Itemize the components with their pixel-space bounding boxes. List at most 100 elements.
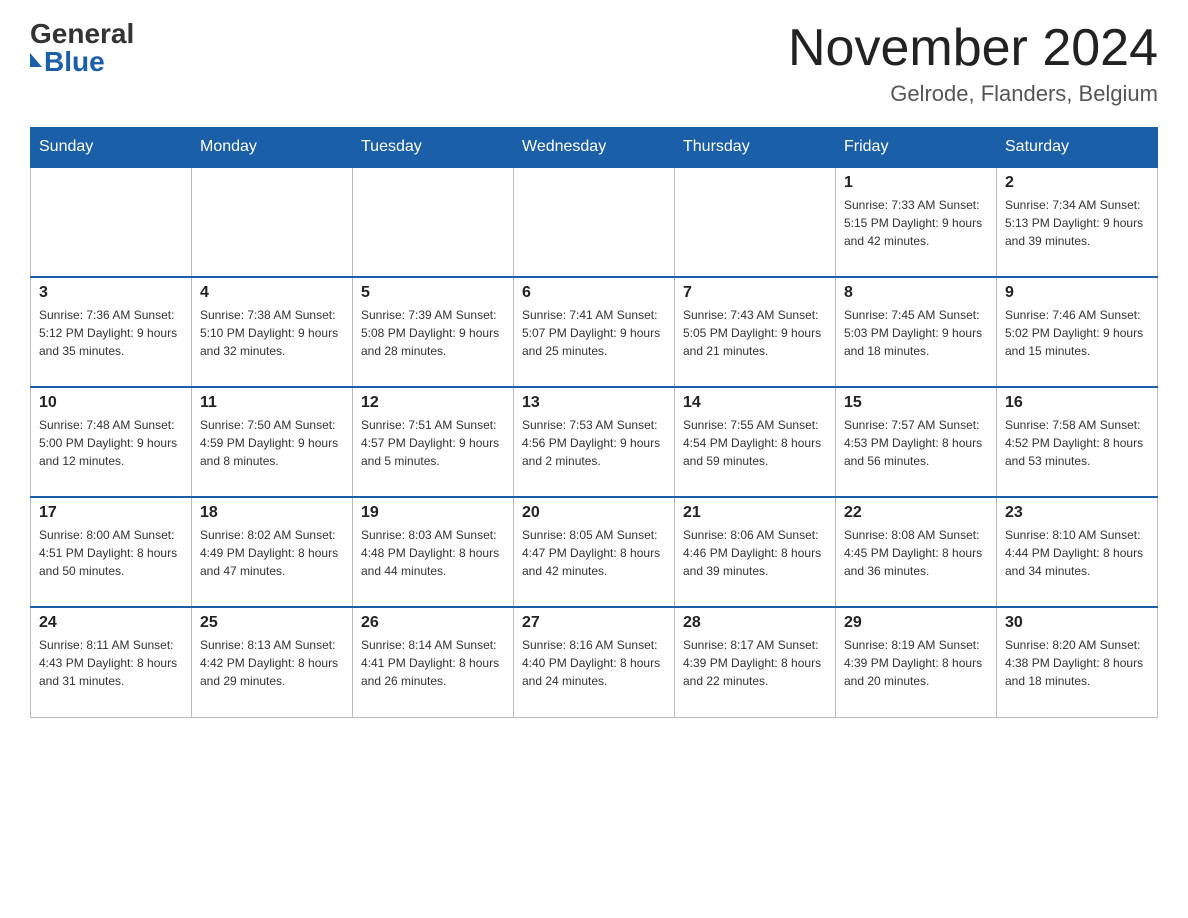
day-info: Sunrise: 7:50 AM Sunset: 4:59 PM Dayligh…	[200, 416, 344, 470]
calendar-week-row: 10 Sunrise: 7:48 AM Sunset: 5:00 PM Dayli…	[31, 387, 1158, 497]
calendar-cell: 17 Sunrise: 8:00 AM Sunset: 4:51 PM Dayli…	[31, 497, 192, 607]
day-info: Sunrise: 8:05 AM Sunset: 4:47 PM Dayligh…	[522, 526, 666, 580]
calendar-cell: 20 Sunrise: 8:05 AM Sunset: 4:47 PM Dayli…	[514, 497, 675, 607]
calendar-cell: 25 Sunrise: 8:13 AM Sunset: 4:42 PM Dayli…	[192, 607, 353, 717]
day-info: Sunrise: 8:16 AM Sunset: 4:40 PM Dayligh…	[522, 636, 666, 690]
calendar-week-row: 3Sunrise: 7:36 AM Sunset: 5:12 PM Daylig…	[31, 277, 1158, 387]
day-info: Sunrise: 7:45 AM Sunset: 5:03 PM Dayligh…	[844, 306, 988, 360]
day-of-week-header: Tuesday	[353, 128, 514, 168]
day-info: Sunrise: 7:39 AM Sunset: 5:08 PM Dayligh…	[361, 306, 505, 360]
logo-triangle-icon	[30, 53, 42, 67]
calendar-cell: 2 Sunrise: 7:34 AM Sunset: 5:13 PM Daylig…	[997, 167, 1158, 277]
day-number: 24	[39, 614, 183, 632]
calendar-cell: 12 Sunrise: 7:51 AM Sunset: 4:57 PM Dayli…	[353, 387, 514, 497]
calendar-cell: 15Sunrise: 7:57 AM Sunset: 4:53 PM Dayli…	[836, 387, 997, 497]
calendar-cell: 8 Sunrise: 7:45 AM Sunset: 5:03 PM Daylig…	[836, 277, 997, 387]
day-number: 9	[1005, 284, 1149, 302]
day-number: 16	[1005, 394, 1149, 412]
day-info: Sunrise: 7:55 AM Sunset: 4:54 PM Dayligh…	[683, 416, 827, 470]
calendar-cell: 4 Sunrise: 7:38 AM Sunset: 5:10 PM Daylig…	[192, 277, 353, 387]
calendar-cell: 28 Sunrise: 8:17 AM Sunset: 4:39 PM Dayli…	[675, 607, 836, 717]
day-of-week-header: Monday	[192, 128, 353, 168]
calendar-week-row: 1Sunrise: 7:33 AM Sunset: 5:15 PM Daylig…	[31, 167, 1158, 277]
day-number: 25	[200, 614, 344, 632]
day-number: 20	[522, 504, 666, 522]
calendar-cell	[353, 167, 514, 277]
calendar-cell: 29 Sunrise: 8:19 AM Sunset: 4:39 PM Dayli…	[836, 607, 997, 717]
calendar-week-row: 24Sunrise: 8:11 AM Sunset: 4:43 PM Dayli…	[31, 607, 1158, 717]
day-of-week-header: Wednesday	[514, 128, 675, 168]
calendar-week-row: 17 Sunrise: 8:00 AM Sunset: 4:51 PM Dayli…	[31, 497, 1158, 607]
calendar-cell	[31, 167, 192, 277]
day-number: 7	[683, 284, 827, 302]
day-number: 14	[683, 394, 827, 412]
day-number: 28	[683, 614, 827, 632]
calendar-cell: 19 Sunrise: 8:03 AM Sunset: 4:48 PM Dayli…	[353, 497, 514, 607]
day-info: Sunrise: 7:41 AM Sunset: 5:07 PM Dayligh…	[522, 306, 666, 360]
day-info: Sunrise: 7:51 AM Sunset: 4:57 PM Dayligh…	[361, 416, 505, 470]
calendar-cell: 3Sunrise: 7:36 AM Sunset: 5:12 PM Daylig…	[31, 277, 192, 387]
day-number: 19	[361, 504, 505, 522]
month-title: November 2024	[788, 20, 1158, 77]
day-info: Sunrise: 7:38 AM Sunset: 5:10 PM Dayligh…	[200, 306, 344, 360]
day-number: 6	[522, 284, 666, 302]
day-info: Sunrise: 8:17 AM Sunset: 4:39 PM Dayligh…	[683, 636, 827, 690]
day-info: Sunrise: 7:46 AM Sunset: 5:02 PM Dayligh…	[1005, 306, 1149, 360]
day-info: Sunrise: 8:06 AM Sunset: 4:46 PM Dayligh…	[683, 526, 827, 580]
day-info: Sunrise: 7:34 AM Sunset: 5:13 PM Dayligh…	[1005, 196, 1149, 250]
day-number: 4	[200, 284, 344, 302]
calendar-cell: 11Sunrise: 7:50 AM Sunset: 4:59 PM Dayli…	[192, 387, 353, 497]
day-number: 22	[844, 504, 988, 522]
day-header-row: SundayMondayTuesdayWednesdayThursdayFrid…	[31, 128, 1158, 168]
day-info: Sunrise: 7:53 AM Sunset: 4:56 PM Dayligh…	[522, 416, 666, 470]
day-of-week-header: Saturday	[997, 128, 1158, 168]
day-number: 30	[1005, 614, 1149, 632]
day-info: Sunrise: 8:19 AM Sunset: 4:39 PM Dayligh…	[844, 636, 988, 690]
day-info: Sunrise: 8:00 AM Sunset: 4:51 PM Dayligh…	[39, 526, 183, 580]
day-info: Sunrise: 8:08 AM Sunset: 4:45 PM Dayligh…	[844, 526, 988, 580]
day-of-week-header: Thursday	[675, 128, 836, 168]
day-info: Sunrise: 8:14 AM Sunset: 4:41 PM Dayligh…	[361, 636, 505, 690]
calendar-cell: 22 Sunrise: 8:08 AM Sunset: 4:45 PM Dayli…	[836, 497, 997, 607]
calendar-cell: 14 Sunrise: 7:55 AM Sunset: 4:54 PM Dayli…	[675, 387, 836, 497]
day-number: 21	[683, 504, 827, 522]
calendar-cell: 21 Sunrise: 8:06 AM Sunset: 4:46 PM Dayli…	[675, 497, 836, 607]
logo: General Blue	[30, 20, 134, 76]
day-number: 5	[361, 284, 505, 302]
calendar-cell: 7 Sunrise: 7:43 AM Sunset: 5:05 PM Daylig…	[675, 277, 836, 387]
day-number: 27	[522, 614, 666, 632]
day-info: Sunrise: 7:33 AM Sunset: 5:15 PM Dayligh…	[844, 196, 988, 250]
day-number: 15	[844, 394, 988, 412]
day-info: Sunrise: 7:48 AM Sunset: 5:00 PM Dayligh…	[39, 416, 183, 470]
day-info: Sunrise: 8:13 AM Sunset: 4:42 PM Dayligh…	[200, 636, 344, 690]
calendar-cell: 23Sunrise: 8:10 AM Sunset: 4:44 PM Dayli…	[997, 497, 1158, 607]
calendar-cell	[675, 167, 836, 277]
calendar-cell: 10 Sunrise: 7:48 AM Sunset: 5:00 PM Dayli…	[31, 387, 192, 497]
calendar-header: SundayMondayTuesdayWednesdayThursdayFrid…	[31, 128, 1158, 168]
calendar-cell: 24Sunrise: 8:11 AM Sunset: 4:43 PM Dayli…	[31, 607, 192, 717]
day-of-week-header: Friday	[836, 128, 997, 168]
day-info: Sunrise: 7:36 AM Sunset: 5:12 PM Dayligh…	[39, 306, 183, 360]
calendar-cell: 16 Sunrise: 7:58 AM Sunset: 4:52 PM Dayli…	[997, 387, 1158, 497]
day-number: 10	[39, 394, 183, 412]
location: Gelrode, Flanders, Belgium	[788, 81, 1158, 107]
day-number: 2	[1005, 174, 1149, 192]
day-number: 8	[844, 284, 988, 302]
logo-general-text: General	[30, 20, 134, 48]
page-header: General Blue November 2024 Gelrode, Flan…	[30, 20, 1158, 107]
day-info: Sunrise: 8:20 AM Sunset: 4:38 PM Dayligh…	[1005, 636, 1149, 690]
calendar-cell: 18Sunrise: 8:02 AM Sunset: 4:49 PM Dayli…	[192, 497, 353, 607]
day-info: Sunrise: 8:03 AM Sunset: 4:48 PM Dayligh…	[361, 526, 505, 580]
title-area: November 2024 Gelrode, Flanders, Belgium	[788, 20, 1158, 107]
day-info: Sunrise: 7:58 AM Sunset: 4:52 PM Dayligh…	[1005, 416, 1149, 470]
day-number: 26	[361, 614, 505, 632]
day-number: 13	[522, 394, 666, 412]
calendar-cell: 1Sunrise: 7:33 AM Sunset: 5:15 PM Daylig…	[836, 167, 997, 277]
day-number: 12	[361, 394, 505, 412]
day-of-week-header: Sunday	[31, 128, 192, 168]
day-number: 17	[39, 504, 183, 522]
calendar-cell	[514, 167, 675, 277]
calendar-cell: 30 Sunrise: 8:20 AM Sunset: 4:38 PM Dayli…	[997, 607, 1158, 717]
day-number: 29	[844, 614, 988, 632]
day-info: Sunrise: 7:43 AM Sunset: 5:05 PM Dayligh…	[683, 306, 827, 360]
